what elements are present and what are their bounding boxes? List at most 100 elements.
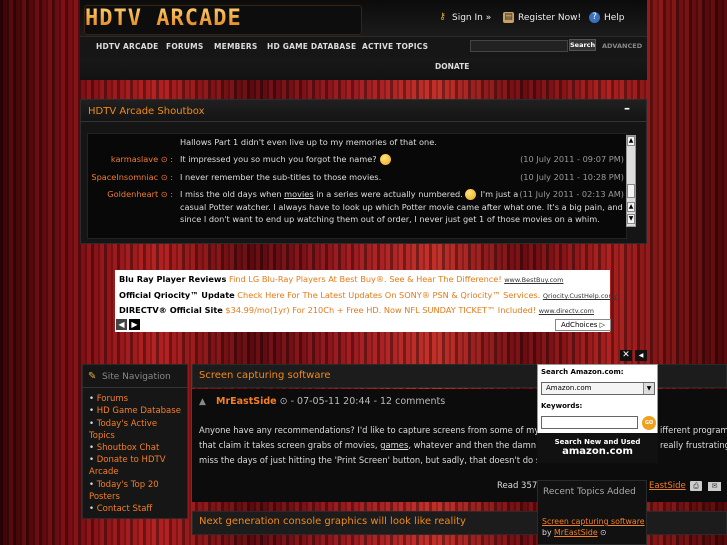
ad-title: Official Qriocity™ Update	[119, 290, 235, 300]
post-author-link[interactable]: EastSide	[649, 481, 686, 491]
shout-text: I miss the old days when movies in a ser…	[180, 188, 518, 200]
sidebar-item-wrap[interactable]: Topics	[89, 430, 115, 442]
register-link[interactable]: ▤ Register Now!	[503, 12, 581, 23]
recent-by: by	[542, 528, 555, 537]
shoutbox-minimize-button[interactable]: –	[624, 101, 630, 115]
ad-row[interactable]: Blu Ray Player Reviews Find LG Blu-Ray P…	[119, 274, 563, 284]
nav-members[interactable]: MEMBERS	[214, 42, 257, 51]
close-icon[interactable]: ✕	[620, 350, 632, 361]
nav-active-topics[interactable]: ACTIVE TOPICS	[362, 42, 428, 51]
games-link[interactable]: games	[380, 440, 408, 450]
amazon-keywords-label: Keywords:	[541, 402, 583, 410]
amazon-wordmark: amazon.com	[562, 446, 633, 457]
scroll-up-icon[interactable]: ▲	[627, 136, 635, 146]
ad-text: Check Here For The Latest Updates On SON…	[237, 290, 541, 300]
scroll-up-icon[interactable]: ▲	[627, 202, 635, 212]
post-title[interactable]: Screen capturing software	[199, 370, 331, 381]
shout-user[interactable]: karmaslave ⊙ :	[88, 153, 173, 165]
ad-row[interactable]: DIRECTV® Official Site $34.99/mo(1yr) Fo…	[119, 305, 594, 315]
nav-hd-game-database[interactable]: HD GAME DATABASE	[267, 42, 356, 51]
recent-topic-link[interactable]: Screen capturing software	[542, 516, 645, 527]
nav-hdtv-arcade[interactable]: HDTV ARCADE	[96, 42, 158, 51]
shoutbox-title: HDTV Arcade Shoutbox	[88, 106, 205, 117]
smiley-icon	[379, 154, 391, 165]
shout-text: since I don't want to end up watching th…	[180, 214, 600, 224]
sidebar-item-forums[interactable]: Forums	[89, 393, 128, 405]
user-icon: ▲	[199, 397, 206, 407]
shout-text-c: I'm just a	[477, 189, 519, 199]
adchoices-button[interactable]: AdChoices ▷	[555, 319, 611, 331]
chevron-down-icon[interactable]: ▼	[643, 383, 654, 394]
post-title[interactable]: Next generation console graphics will lo…	[199, 516, 466, 527]
post-author[interactable]: MrEastSide	[216, 396, 277, 407]
sidebar-item-hd-game-database[interactable]: HD Game Database	[89, 405, 181, 417]
post-meta-text: ⊙ - 07-05-11 20:44 - 12 comments	[276, 396, 446, 407]
shoutbox-scrollbar[interactable]: ▲ ▲ ▼	[626, 135, 636, 227]
help-link[interactable]: ? Help	[589, 12, 625, 23]
movies-link[interactable]: movies	[284, 189, 313, 199]
sidebar-item-wrap[interactable]: Arcade	[89, 466, 119, 478]
sidebar-item-wrap[interactable]: Posters	[89, 491, 120, 503]
smiley-icon	[464, 189, 476, 200]
ad-banner: Blu Ray Player Reviews Find LG Blu-Ray P…	[115, 270, 617, 332]
shout-text: It impressed you so much you forgot the …	[180, 153, 391, 165]
recent-topics-title: Recent Topics Added	[543, 487, 636, 497]
collapse-icon[interactable]: ◀	[635, 350, 647, 361]
sidebar-item-donate[interactable]: Donate to HDTV	[89, 454, 166, 466]
ad-url: www.directv.com	[538, 307, 594, 315]
post-line: that claim it takes screen grabs of movi…	[199, 438, 561, 453]
amazon-logo[interactable]: Search New and Used amazon.com	[537, 433, 658, 463]
scroll-thumb[interactable]	[627, 184, 635, 198]
amazon-category-select[interactable]: Amazon.com ▼	[541, 382, 655, 395]
post-line-a: that claim it takes screen grabs of movi…	[199, 440, 381, 450]
shout-user[interactable]: SpaceInsomniac ⊙ :	[88, 171, 173, 183]
ad-prev-icon[interactable]: ◀	[116, 319, 127, 330]
amazon-keywords-input[interactable]	[541, 416, 638, 429]
recent-author[interactable]: MrEastSide	[554, 528, 598, 537]
shout-text-body: It impressed you so much you forgot the …	[180, 154, 377, 164]
shout-user[interactable]: Goldenheart ⊙ :	[88, 188, 173, 200]
sidebar-item-shoutbox-chat[interactable]: Shoutbox Chat	[89, 442, 160, 454]
nav-donate[interactable]: DONATE	[435, 62, 469, 71]
site-navigation-title: Site Navigation	[102, 372, 171, 382]
help-label: Help	[604, 12, 625, 23]
post-line-right: ifferent programs	[660, 425, 727, 435]
amazon-go-button[interactable]: GO	[642, 416, 656, 430]
register-label: Register Now!	[518, 12, 582, 23]
ad-next-icon[interactable]: ▶	[129, 319, 140, 330]
ad-row[interactable]: Official Qriocity™ Update Check Here For…	[119, 290, 617, 300]
sidebar-item-top-posters[interactable]: Today's Top 20	[89, 479, 159, 491]
help-icon: ?	[589, 12, 600, 23]
read-count[interactable]: Read 357	[497, 481, 537, 491]
post-text: Anyone have any recommendations? I'd lik…	[199, 423, 561, 468]
ad-text: $34.99/mo(1yr) For 210Ch + Free HD. Now …	[225, 305, 537, 315]
post-line-right: really frustrating.	[660, 440, 727, 450]
print-icon[interactable]: ⎙	[690, 481, 702, 491]
search-input[interactable]	[470, 40, 568, 52]
sidebar-item-contact-staff[interactable]: Contact Staff	[89, 503, 153, 515]
navigation-icon: ✎	[88, 371, 97, 382]
shout-text: casual Potter watcher. I always have to …	[180, 202, 623, 212]
post-line: miss the days of just hitting the 'Print…	[199, 455, 559, 465]
post-text-right: ifferent programs really frustrating.	[660, 423, 727, 453]
post-line: Anyone have any recommendations? I'd lik…	[199, 425, 556, 435]
sidebar-item-todays-active-topics[interactable]: Today's Active	[89, 418, 157, 430]
site-logo[interactable]: HDTV ARCADE	[85, 6, 242, 31]
nav-forums[interactable]: FORUMS	[166, 42, 203, 51]
scroll-down-icon[interactable]: ▼	[627, 214, 635, 224]
shout-text-b: in a series were actually numbered.	[313, 189, 463, 199]
amazon-category-value: Amazon.com	[546, 384, 592, 392]
key-icon: ⚷	[439, 12, 446, 22]
post-meta: MrEastSide ⊙ - 07-05-11 20:44 - 12 comme…	[216, 396, 445, 407]
ad-text: Find LG Blu-Ray Players At Best Buy®. Se…	[228, 274, 502, 284]
shout-text: I never remember the sub-titles to those…	[180, 172, 382, 182]
recent-topic-item: Screen capturing software by MrEastSide …	[542, 516, 645, 538]
search-button[interactable]: Search	[569, 39, 596, 51]
shout-text: Hallows Part 1 didn't even live up to my…	[180, 137, 437, 147]
email-icon[interactable]: ✉	[708, 482, 721, 491]
advanced-search-link[interactable]: ADVANCED	[602, 42, 642, 50]
sign-in-link[interactable]: ⚷ Sign In »	[437, 12, 491, 23]
shoutbox-messages[interactable]: Hallows Part 1 didn't even live up to my…	[87, 133, 627, 239]
ad-title: DIRECTV® Official Site	[119, 305, 223, 315]
ad-pager: ◀ ▶	[116, 319, 142, 330]
